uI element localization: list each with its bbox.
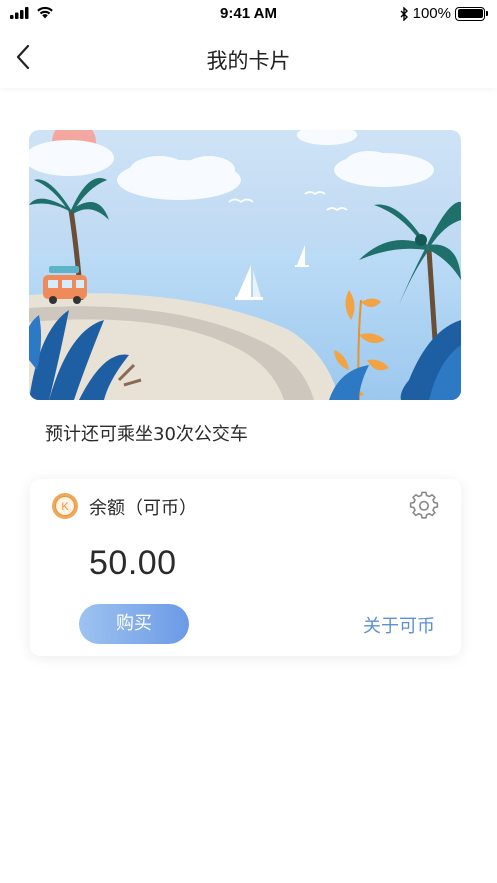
balance-value: 50.00 bbox=[89, 544, 177, 582]
balance-card: K 余额（可币） 50.00 购买 关于可币 bbox=[30, 479, 461, 656]
buy-button[interactable]: 购买 bbox=[79, 604, 189, 644]
status-right: 100% bbox=[400, 5, 488, 22]
nav-bar: 我的卡片 bbox=[0, 30, 497, 88]
beach-illustration bbox=[29, 130, 461, 400]
card-image[interactable] bbox=[29, 130, 461, 400]
coin-letter: K bbox=[61, 501, 69, 513]
bluetooth-icon bbox=[400, 6, 408, 21]
battery-percent: 100% bbox=[412, 5, 451, 22]
balance-label: 余额（可币） bbox=[89, 498, 197, 519]
gear-icon[interactable] bbox=[409, 491, 439, 521]
status-bar: 9:41 AM 100% bbox=[0, 0, 497, 30]
about-coins-link[interactable]: 关于可币 bbox=[363, 612, 435, 638]
coin-icon: K bbox=[52, 493, 78, 519]
battery-icon bbox=[455, 6, 488, 21]
page-title: 我的卡片 bbox=[206, 49, 291, 73]
remaining-trips-text: 预计还可乘坐30次公交车 bbox=[45, 424, 248, 445]
battery-fill bbox=[457, 9, 483, 18]
